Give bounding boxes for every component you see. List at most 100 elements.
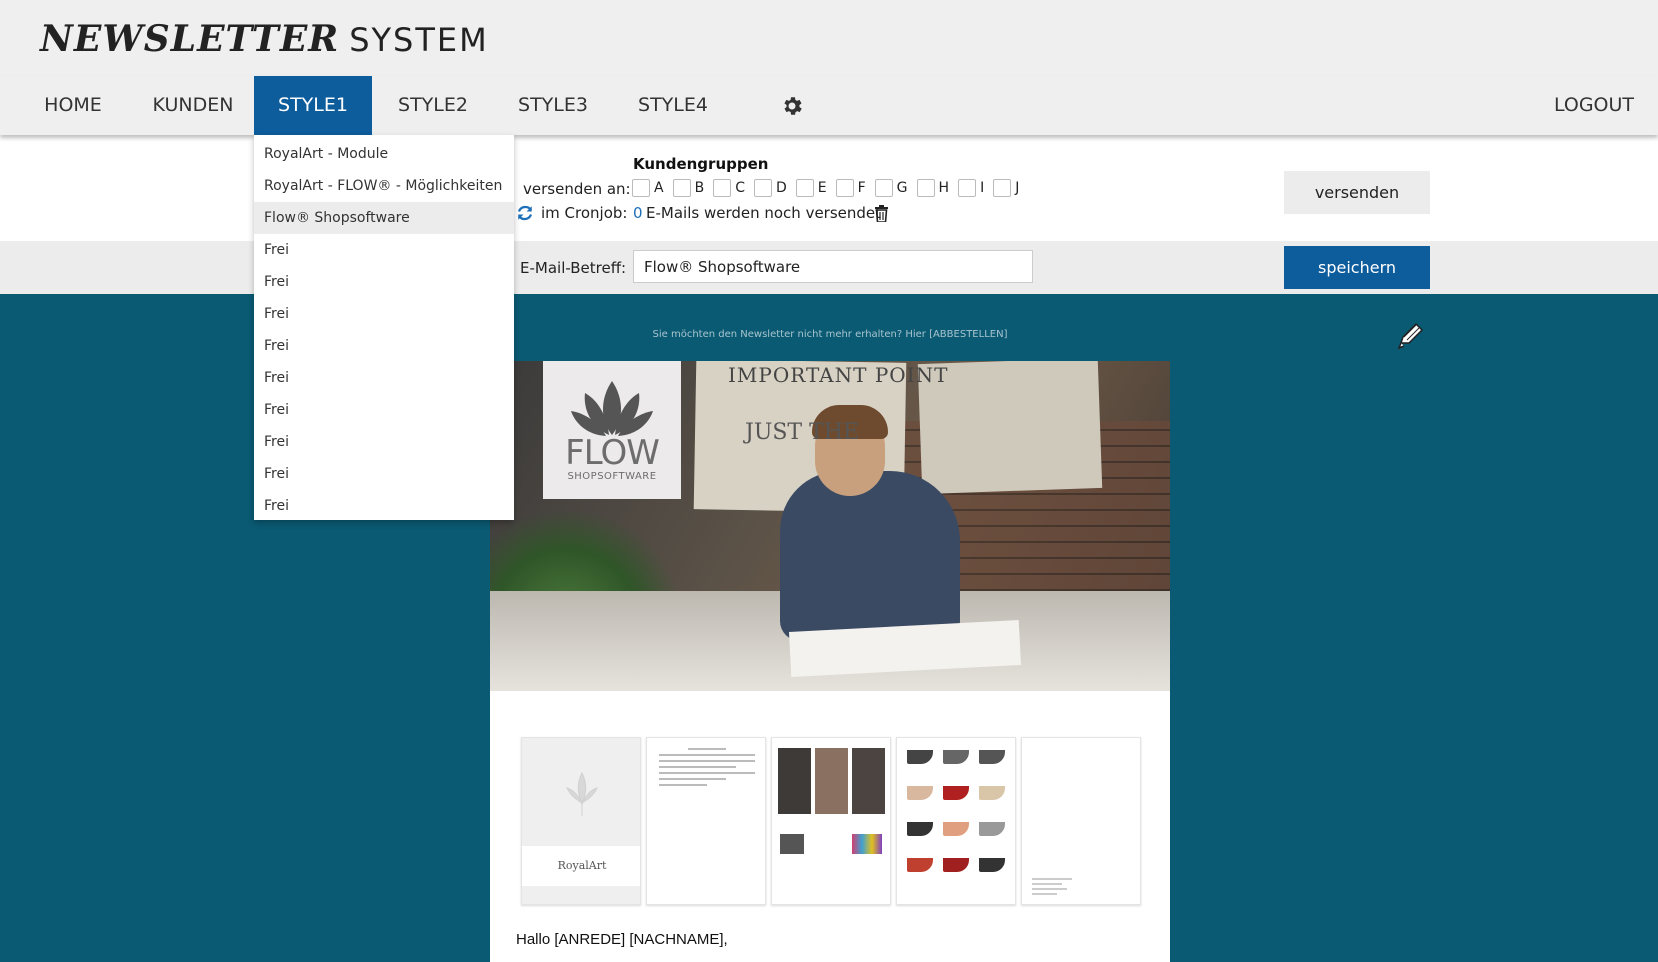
checkbox-box[interactable] bbox=[874, 179, 893, 197]
group-label: C bbox=[735, 180, 745, 196]
shoe bbox=[907, 822, 933, 836]
shoe bbox=[907, 858, 933, 872]
nav-style3[interactable]: STYLE3 bbox=[500, 76, 606, 135]
model-photo-2 bbox=[815, 748, 848, 814]
shoe bbox=[943, 786, 969, 800]
subject-input[interactable] bbox=[633, 250, 1033, 283]
dropdown-item-flow-shopsoftware[interactable]: Flow® Shopsoftware bbox=[254, 202, 514, 234]
dropdown-item-frei[interactable]: Frei bbox=[254, 394, 514, 426]
app-logo: NEWSLETTER SYSTEM bbox=[40, 18, 489, 60]
hero-note-text: IMPORTANT POINT bbox=[728, 363, 949, 387]
nav-style4[interactable]: STYLE4 bbox=[620, 76, 726, 135]
nav-logout[interactable]: LOGOUT bbox=[1540, 76, 1648, 135]
shoe bbox=[943, 858, 969, 872]
dropdown-item-royalart-module[interactable]: RoyalArt - Module bbox=[254, 138, 514, 170]
nav-home[interactable]: HOME bbox=[20, 76, 126, 135]
cronjob-text: E-Mails werden noch versendet bbox=[646, 204, 882, 222]
group-label: I bbox=[980, 180, 985, 196]
dropdown-item-frei[interactable]: Frei bbox=[254, 362, 514, 394]
dropdown-item-frei[interactable]: Frei bbox=[254, 490, 514, 522]
group-checkbox-c[interactable]: C bbox=[713, 179, 751, 197]
checkbox-box[interactable] bbox=[753, 179, 772, 197]
person-body bbox=[780, 471, 960, 641]
group-label: J bbox=[1015, 180, 1020, 196]
shoe bbox=[979, 822, 1005, 836]
pencil-icon[interactable] bbox=[1396, 322, 1424, 350]
checkbox-box[interactable] bbox=[795, 179, 814, 197]
dropdown-item-frei[interactable]: Frei bbox=[254, 234, 514, 266]
group-label: D bbox=[775, 180, 787, 196]
thumbnail-shoes[interactable] bbox=[896, 737, 1016, 905]
checkbox-box[interactable] bbox=[958, 179, 977, 197]
group-checkbox-h[interactable]: H bbox=[916, 179, 956, 197]
dropdown-item-frei[interactable]: Frei bbox=[254, 426, 514, 458]
group-checkbox-b[interactable]: B bbox=[672, 179, 711, 197]
ornament-icon bbox=[566, 771, 598, 816]
flow-logo: FLOW SHOPSOFTWARE bbox=[543, 361, 681, 499]
shoe bbox=[979, 786, 1005, 800]
shoe bbox=[943, 750, 969, 764]
gear-icon[interactable] bbox=[780, 94, 804, 118]
versenden-label: versenden an: bbox=[523, 180, 631, 198]
thumbnail-toc[interactable] bbox=[646, 737, 766, 905]
greeting-text: Hallo [ANREDE] [NACHNAME], bbox=[516, 931, 728, 948]
checkbox-box[interactable] bbox=[672, 179, 691, 197]
logo-subtext: SHOPSOFTWARE bbox=[567, 471, 657, 482]
catalog-thumbnails: RoyalArt bbox=[521, 737, 1141, 905]
shoe bbox=[907, 786, 933, 800]
cronjob-count: 0 bbox=[633, 204, 643, 222]
refresh-icon[interactable] bbox=[516, 204, 534, 222]
send-button[interactable]: versenden bbox=[1284, 171, 1430, 214]
kundengruppen-title: Kundengruppen bbox=[633, 155, 769, 173]
checkbox-box[interactable] bbox=[835, 179, 854, 197]
group-checkbox-i[interactable]: I bbox=[958, 179, 990, 197]
shoe bbox=[943, 822, 969, 836]
brand-bold: NEWSLETTER bbox=[40, 18, 340, 60]
thumbnail-back[interactable] bbox=[1021, 737, 1141, 905]
thumbnail-models[interactable] bbox=[771, 737, 891, 905]
brand-light: SYSTEM bbox=[349, 21, 489, 59]
model-photo-1 bbox=[778, 748, 811, 814]
nav-style2[interactable]: STYLE2 bbox=[380, 76, 486, 135]
dropdown-item-royalart-flow[interactable]: RoyalArt - FLOW® - Möglichkeiten bbox=[254, 170, 514, 202]
checkbox-box[interactable] bbox=[632, 179, 650, 197]
thumbnail-cover[interactable]: RoyalArt bbox=[521, 737, 641, 905]
back-page-text bbox=[1032, 878, 1132, 898]
product-2 bbox=[852, 834, 882, 854]
group-checkbox-d[interactable]: D bbox=[753, 179, 793, 197]
product-1 bbox=[780, 834, 804, 854]
checkbox-box[interactable] bbox=[713, 179, 732, 197]
shoe bbox=[979, 750, 1005, 764]
nav-style1[interactable]: STYLE1 bbox=[254, 76, 372, 135]
logo-text: FLOW bbox=[565, 433, 660, 473]
group-label: E bbox=[817, 180, 827, 196]
trash-icon[interactable] bbox=[874, 205, 889, 222]
cronjob-label: im Cronjob: bbox=[541, 204, 628, 222]
unsubscribe-link[interactable]: Sie möchten den Newsletter nicht mehr er… bbox=[490, 329, 1170, 340]
subject-label: E-Mail-Betreff: bbox=[520, 259, 627, 277]
checkbox-box[interactable] bbox=[916, 179, 935, 197]
group-label: F bbox=[857, 180, 866, 196]
main-nav: HOME KUNDEN STYLE1 STYLE2 STYLE3 STYLE4 … bbox=[0, 76, 1658, 135]
group-label: H bbox=[938, 180, 950, 196]
shoe bbox=[907, 750, 933, 764]
dropdown-item-frei[interactable]: Frei bbox=[254, 298, 514, 330]
model-photo-3 bbox=[852, 748, 885, 814]
group-checkbox-g[interactable]: G bbox=[874, 179, 914, 197]
thumbnail-logo: RoyalArt bbox=[522, 846, 640, 886]
app-header: NEWSLETTER SYSTEM bbox=[0, 0, 1658, 76]
save-button[interactable]: speichern bbox=[1284, 246, 1430, 289]
dropdown-item-frei[interactable]: Frei bbox=[254, 330, 514, 362]
checkbox-box[interactable] bbox=[993, 179, 1012, 197]
group-checkbox-f[interactable]: F bbox=[835, 179, 872, 197]
style1-dropdown: RoyalArt - Module RoyalArt - FLOW® - Mög… bbox=[254, 135, 514, 520]
group-checkbox-a[interactable]: A bbox=[632, 179, 670, 197]
dropdown-item-frei[interactable]: Frei bbox=[254, 458, 514, 490]
nav-kunden[interactable]: KUNDEN bbox=[130, 76, 256, 135]
group-checkbox-j[interactable]: J bbox=[993, 179, 1025, 197]
group-checkbox-e[interactable]: E bbox=[795, 179, 833, 197]
lotus-icon bbox=[571, 381, 653, 436]
toc-lines bbox=[659, 748, 755, 790]
group-label: A bbox=[654, 180, 664, 196]
dropdown-item-frei[interactable]: Frei bbox=[254, 266, 514, 298]
